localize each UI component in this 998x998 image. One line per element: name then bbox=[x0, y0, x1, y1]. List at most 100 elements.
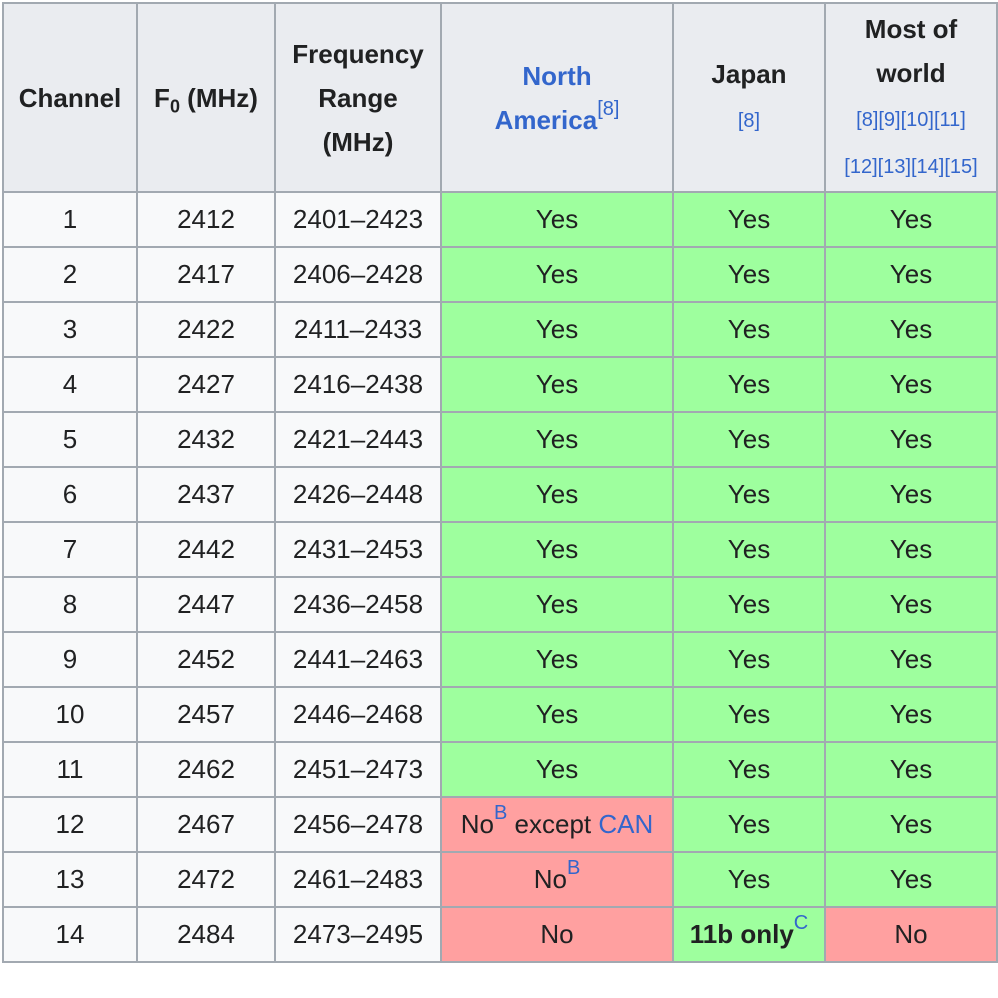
channel-cell: 3 bbox=[2, 301, 138, 358]
f0-cell: 2484 bbox=[136, 906, 276, 963]
header-row: Channel F0 (MHz) Frequency Range (MHz) N… bbox=[2, 2, 998, 193]
note-c-link[interactable]: C bbox=[794, 912, 808, 934]
table-row: 14 2484 2473–2495 No 11b onlyC No bbox=[2, 906, 998, 963]
f0-cell: 2432 bbox=[136, 411, 276, 468]
header-f0-label: F bbox=[154, 82, 170, 113]
channel-cell: 11 bbox=[2, 741, 138, 798]
can-link[interactable]: CAN bbox=[598, 809, 653, 839]
f0-cell: 2472 bbox=[136, 851, 276, 908]
japan-cell: Yes bbox=[672, 796, 826, 853]
note-b-link[interactable]: B bbox=[567, 857, 580, 879]
most-of-world-cell: Yes bbox=[824, 521, 998, 578]
note-b-link[interactable]: B bbox=[494, 802, 507, 824]
most-of-world-cell: Yes bbox=[824, 851, 998, 908]
header-f0[interactable]: F0 (MHz) bbox=[136, 2, 276, 193]
table-row: 3 2422 2411–2433 Yes Yes Yes bbox=[2, 301, 998, 358]
table-row: 11 2462 2451–2473 Yes Yes Yes bbox=[2, 741, 998, 798]
most-of-world-cell: Yes bbox=[824, 796, 998, 853]
north-america-cell: No bbox=[440, 906, 674, 963]
table-row: 5 2432 2421–2443 Yes Yes Yes bbox=[2, 411, 998, 468]
north-america-link-line1[interactable]: North bbox=[522, 61, 591, 91]
no-label: No bbox=[460, 809, 494, 839]
north-america-cell: Yes bbox=[440, 576, 674, 633]
range-cell: 2456–2478 bbox=[274, 796, 442, 853]
table-row: 9 2452 2441–2463 Yes Yes Yes bbox=[2, 631, 998, 688]
north-america-cell: Yes bbox=[440, 356, 674, 413]
japan-cell: Yes bbox=[672, 411, 826, 468]
north-america-cell: Yes bbox=[440, 741, 674, 798]
most-of-world-cell: Yes bbox=[824, 356, 998, 413]
japan-ref-link[interactable]: [8] bbox=[738, 110, 760, 132]
f0-cell: 2447 bbox=[136, 576, 276, 633]
f0-cell: 2467 bbox=[136, 796, 276, 853]
north-america-link-line2[interactable]: America bbox=[495, 105, 598, 135]
header-range-line1: Frequency bbox=[292, 38, 424, 69]
channel-cell: 5 bbox=[2, 411, 138, 468]
most-of-world-cell: No bbox=[824, 906, 998, 963]
header-north-america[interactable]: North America[8] bbox=[440, 2, 674, 193]
table-row: 4 2427 2416–2438 Yes Yes Yes bbox=[2, 356, 998, 413]
japan-cell: Yes bbox=[672, 191, 826, 248]
north-america-cell: NoB except CAN bbox=[440, 796, 674, 853]
channel-cell: 7 bbox=[2, 521, 138, 578]
table-row: 1 2412 2401–2423 Yes Yes Yes bbox=[2, 191, 998, 248]
most-of-world-cell: Yes bbox=[824, 301, 998, 358]
f0-cell: 2437 bbox=[136, 466, 276, 523]
north-america-cell: Yes bbox=[440, 411, 674, 468]
range-cell: 2416–2438 bbox=[274, 356, 442, 413]
channel-cell: 9 bbox=[2, 631, 138, 688]
japan-cell: Yes bbox=[672, 356, 826, 413]
most-of-world-cell: Yes bbox=[824, 576, 998, 633]
f0-cell: 2412 bbox=[136, 191, 276, 248]
japan-cell: Yes bbox=[672, 246, 826, 303]
header-most-of-world[interactable]: Most of world [8][9][10][11] [12][13][14… bbox=[824, 2, 998, 193]
most-of-world-cell: Yes bbox=[824, 246, 998, 303]
channel-cell: 1 bbox=[2, 191, 138, 248]
most-of-world-cell: Yes bbox=[824, 466, 998, 523]
north-america-cell: Yes bbox=[440, 466, 674, 523]
japan-cell: Yes bbox=[672, 686, 826, 743]
no-label: No bbox=[533, 864, 567, 894]
header-f0-unit: (MHz) bbox=[179, 82, 258, 113]
north-america-cell: Yes bbox=[440, 521, 674, 578]
north-america-ref-link[interactable]: [8] bbox=[597, 98, 619, 120]
table-row: 13 2472 2461–2483 NoB Yes Yes bbox=[2, 851, 998, 908]
channel-cell: 13 bbox=[2, 851, 138, 908]
japan-cell: Yes bbox=[672, 301, 826, 358]
most-of-world-cell: Yes bbox=[824, 191, 998, 248]
f0-cell: 2452 bbox=[136, 631, 276, 688]
japan-cell: Yes bbox=[672, 466, 826, 523]
range-cell: 2411–2433 bbox=[274, 301, 442, 358]
most-of-world-refs-line1[interactable]: [8][9][10][11] bbox=[856, 109, 966, 131]
most-of-world-line1: Most of bbox=[864, 13, 958, 44]
f0-cell: 2442 bbox=[136, 521, 276, 578]
header-japan[interactable]: Japan [8] bbox=[672, 2, 826, 193]
f0-cell: 2422 bbox=[136, 301, 276, 358]
range-cell: 2426–2448 bbox=[274, 466, 442, 523]
header-frequency-range[interactable]: Frequency Range (MHz) bbox=[274, 2, 442, 193]
except-label: except bbox=[507, 809, 599, 839]
most-of-world-cell: Yes bbox=[824, 686, 998, 743]
japan-cell: Yes bbox=[672, 741, 826, 798]
table-row: 10 2457 2446–2468 Yes Yes Yes bbox=[2, 686, 998, 743]
f0-cell: 2427 bbox=[136, 356, 276, 413]
range-cell: 2473–2495 bbox=[274, 906, 442, 963]
range-cell: 2446–2468 bbox=[274, 686, 442, 743]
header-channel[interactable]: Channel bbox=[2, 2, 138, 193]
channel-cell: 10 bbox=[2, 686, 138, 743]
channel-cell: 4 bbox=[2, 356, 138, 413]
table-row: 8 2447 2436–2458 Yes Yes Yes bbox=[2, 576, 998, 633]
header-channel-label: Channel bbox=[18, 82, 122, 113]
japan-cell: Yes bbox=[672, 631, 826, 688]
japan-cell: Yes bbox=[672, 521, 826, 578]
most-of-world-line2: world bbox=[876, 57, 946, 88]
channel-cell: 8 bbox=[2, 576, 138, 633]
f0-cell: 2417 bbox=[136, 246, 276, 303]
channel-cell: 2 bbox=[2, 246, 138, 303]
range-cell: 2401–2423 bbox=[274, 191, 442, 248]
range-cell: 2406–2428 bbox=[274, 246, 442, 303]
north-america-cell: Yes bbox=[440, 246, 674, 303]
japan-cell: 11b onlyC bbox=[672, 906, 826, 963]
most-of-world-refs-line2[interactable]: [12][13][14][15] bbox=[844, 156, 977, 178]
f0-cell: 2462 bbox=[136, 741, 276, 798]
